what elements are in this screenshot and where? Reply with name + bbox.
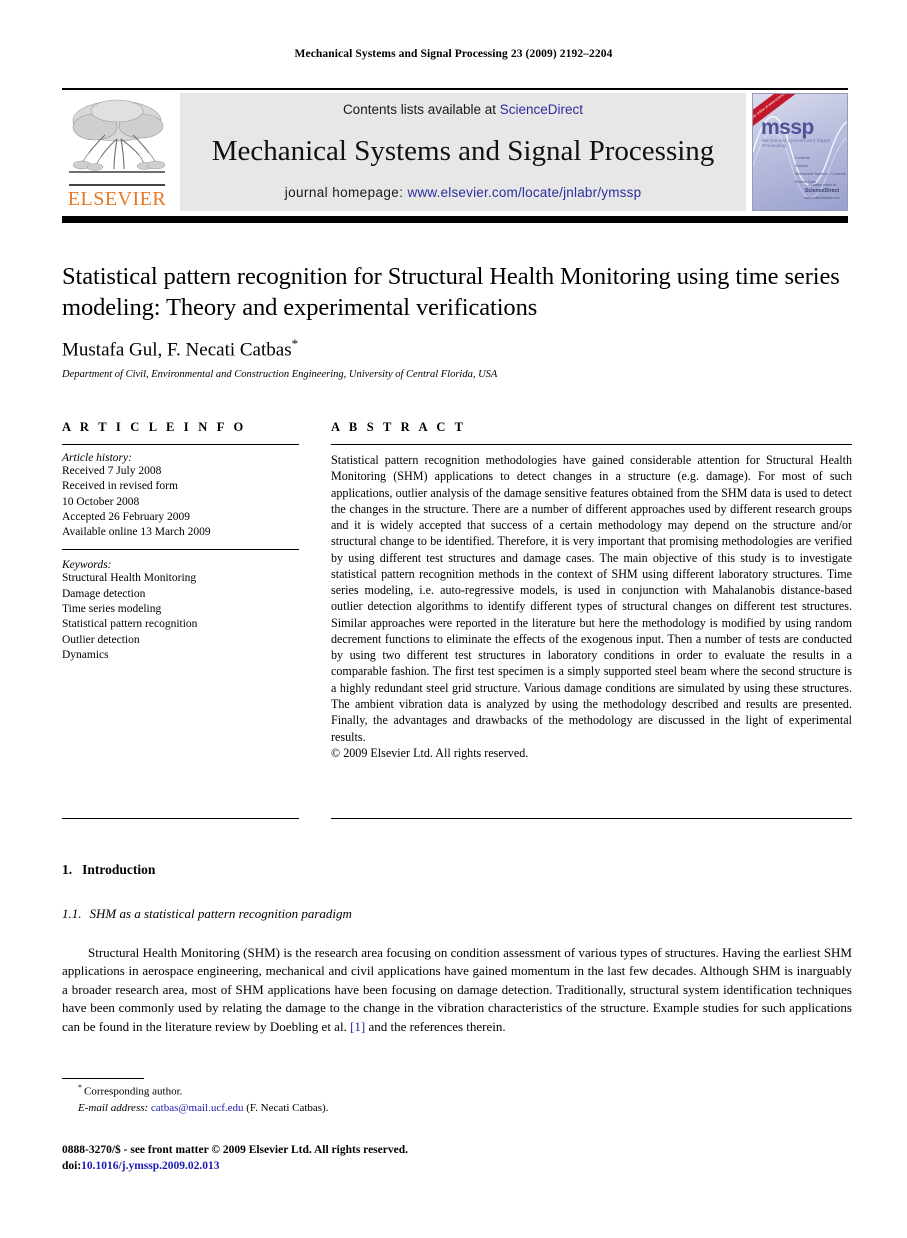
keyword-item: Damage detection bbox=[62, 587, 146, 600]
issn-area: 0888-3270/$ - see front matter © 2009 El… bbox=[62, 1143, 682, 1175]
contents-available-line: Contents lists available at ScienceDirec… bbox=[343, 102, 583, 117]
journal-banner: ELSEVIER Contents lists available at Sci… bbox=[62, 88, 848, 223]
body-area: 1. Introduction 1.1. SHM as a statistical … bbox=[62, 862, 852, 1036]
running-head: Mechanical Systems and Signal Processing… bbox=[294, 48, 613, 60]
abstract-copyright: © 2009 Elsevier Ltd. All rights reserved… bbox=[331, 745, 529, 760]
elsevier-tree-icon bbox=[69, 99, 166, 173]
elsevier-rule bbox=[69, 184, 165, 186]
elsevier-logo: ELSEVIER bbox=[62, 93, 172, 211]
keyword-item: Structural Health Monitoring bbox=[62, 572, 197, 585]
journal-cover-thumbnail: Available online at www.sciencedirect.co… bbox=[752, 93, 848, 211]
corresponding-author-marker: * bbox=[291, 335, 299, 351]
footnote-rule bbox=[62, 1078, 144, 1079]
article-first-page: Mechanical Systems and Signal Processing… bbox=[0, 0, 907, 1238]
title-block: Statistical pattern recognition for Stru… bbox=[62, 262, 852, 380]
affiliation: Department of Civil, Environmental and C… bbox=[62, 369, 498, 381]
elsevier-wordmark: ELSEVIER bbox=[67, 188, 167, 210]
banner-bottom-bar bbox=[62, 216, 848, 223]
article-history-item: Received 7 July 2008 bbox=[62, 465, 162, 477]
article-history-item: Accepted 26 February 2009 bbox=[62, 510, 191, 523]
author-names: Mustafa Gul, F. Necati Catbas bbox=[62, 339, 292, 361]
banner-top-rule bbox=[62, 88, 848, 90]
section-number: 1. bbox=[62, 862, 73, 877]
cover-subtitle: Mechanical Systems and Signal Processing bbox=[762, 138, 831, 148]
article-info-heading: A R T I C L E I N F O bbox=[62, 420, 247, 434]
email-link[interactable]: catbas@mail.ucf.edu bbox=[151, 1102, 244, 1114]
article-info-column: A R T I C L E I N F O Article history: R… bbox=[62, 420, 299, 761]
footnote-area: * Corresponding author. E-mail address: c… bbox=[62, 1078, 562, 1116]
doi-label: doi: bbox=[62, 1159, 82, 1172]
cover-footer-url: www.sciencedirect.com bbox=[804, 195, 840, 200]
cover-toc-line: Editorial bbox=[795, 164, 808, 168]
article-history-label: Article history: bbox=[62, 452, 132, 464]
page-title: Statistical pattern recognition for Stru… bbox=[62, 263, 840, 321]
article-history-item: Received in revised form bbox=[62, 480, 178, 493]
corresponding-author-note: * Corresponding author. bbox=[78, 1083, 562, 1100]
email-owner: (F. Necati Catbas). bbox=[246, 1101, 329, 1114]
article-info-rule bbox=[62, 444, 299, 445]
sciencedirect-link[interactable]: ScienceDirect bbox=[500, 102, 583, 117]
abstract-bottom-rule bbox=[331, 818, 852, 819]
contents-prefix: Contents lists available at bbox=[342, 102, 500, 117]
keywords-label: Keywords: bbox=[62, 559, 112, 572]
keyword-item: Dynamics bbox=[62, 648, 109, 661]
abstract-body: Statistical pattern recognition methodol… bbox=[331, 452, 852, 761]
section-title: Introduction bbox=[82, 862, 156, 877]
author-list: Mustafa Gul, F. Necati Catbas* bbox=[62, 336, 852, 361]
cover-toc-line: Contents bbox=[795, 156, 810, 160]
cover-toc-line: Mechanical Systems - Contents bbox=[795, 172, 846, 176]
article-history-item: 10 October 2008 bbox=[62, 495, 140, 508]
keyword-item: Statistical pattern recognition bbox=[62, 618, 198, 631]
journal-homepage-link[interactable]: www.elsevier.com/locate/jnlabr/ymssp bbox=[408, 185, 642, 200]
abstract-column: A B S T R A C T Statistical pattern reco… bbox=[331, 420, 852, 761]
abstract-heading: A B S T R A C T bbox=[331, 420, 467, 434]
cover-footer: Available online at ScienceDirect www.sc… bbox=[799, 183, 845, 201]
article-history-item: Available online 13 March 2009 bbox=[62, 526, 211, 539]
subsection-heading: 1.1. SHM as a statistical pattern recogni… bbox=[62, 906, 852, 922]
email-note: E-mail address: catbas@mail.ucf.edu (F. … bbox=[78, 1101, 562, 1116]
doi-line: doi:10.1016/j.ymssp.2009.02.013 bbox=[62, 1159, 682, 1175]
keyword-item: Time series modeling bbox=[62, 602, 162, 615]
abstract-rule bbox=[331, 444, 852, 445]
keyword-item: Outlier detection bbox=[62, 633, 140, 646]
doi-link[interactable]: 10.1016/j.ymssp.2009.02.013 bbox=[81, 1160, 219, 1172]
homepage-prefix: journal homepage: bbox=[284, 185, 408, 200]
email-label: E-mail address: bbox=[78, 1101, 149, 1114]
article-info-bottom-rule bbox=[62, 818, 299, 819]
cover-logo-text: mssp bbox=[761, 116, 814, 139]
banner-center-band: Contents lists available at ScienceDirec… bbox=[180, 93, 746, 211]
subsection-title: SHM as a statistical pattern recognition… bbox=[89, 906, 352, 921]
paragraph-part-2: and the references therein. bbox=[365, 1018, 506, 1034]
abstract-text: Statistical pattern recognition methodol… bbox=[331, 453, 852, 744]
reference-link[interactable]: [1] bbox=[350, 1019, 365, 1034]
issn-copyright-line: 0888-3270/$ - see front matter © 2009 El… bbox=[62, 1144, 408, 1156]
section-heading: 1. Introduction bbox=[62, 862, 852, 878]
footnote-star-marker: * bbox=[78, 1083, 82, 1092]
subsection-number: 1.1. bbox=[62, 906, 82, 921]
cover-footer-brand: ScienceDirect bbox=[804, 188, 840, 195]
keywords-divider bbox=[62, 549, 299, 551]
body-paragraph: Structural Health Monitoring (SHM) is th… bbox=[62, 944, 852, 1036]
journal-title: Mechanical Systems and Signal Processing bbox=[211, 134, 715, 167]
banner-body: ELSEVIER Contents lists available at Sci… bbox=[62, 93, 848, 211]
corresponding-author-text: Corresponding author. bbox=[84, 1085, 183, 1098]
journal-homepage-line: journal homepage: www.elsevier.com/locat… bbox=[285, 185, 642, 200]
info-abstract-columns: A R T I C L E I N F O Article history: R… bbox=[62, 420, 852, 761]
